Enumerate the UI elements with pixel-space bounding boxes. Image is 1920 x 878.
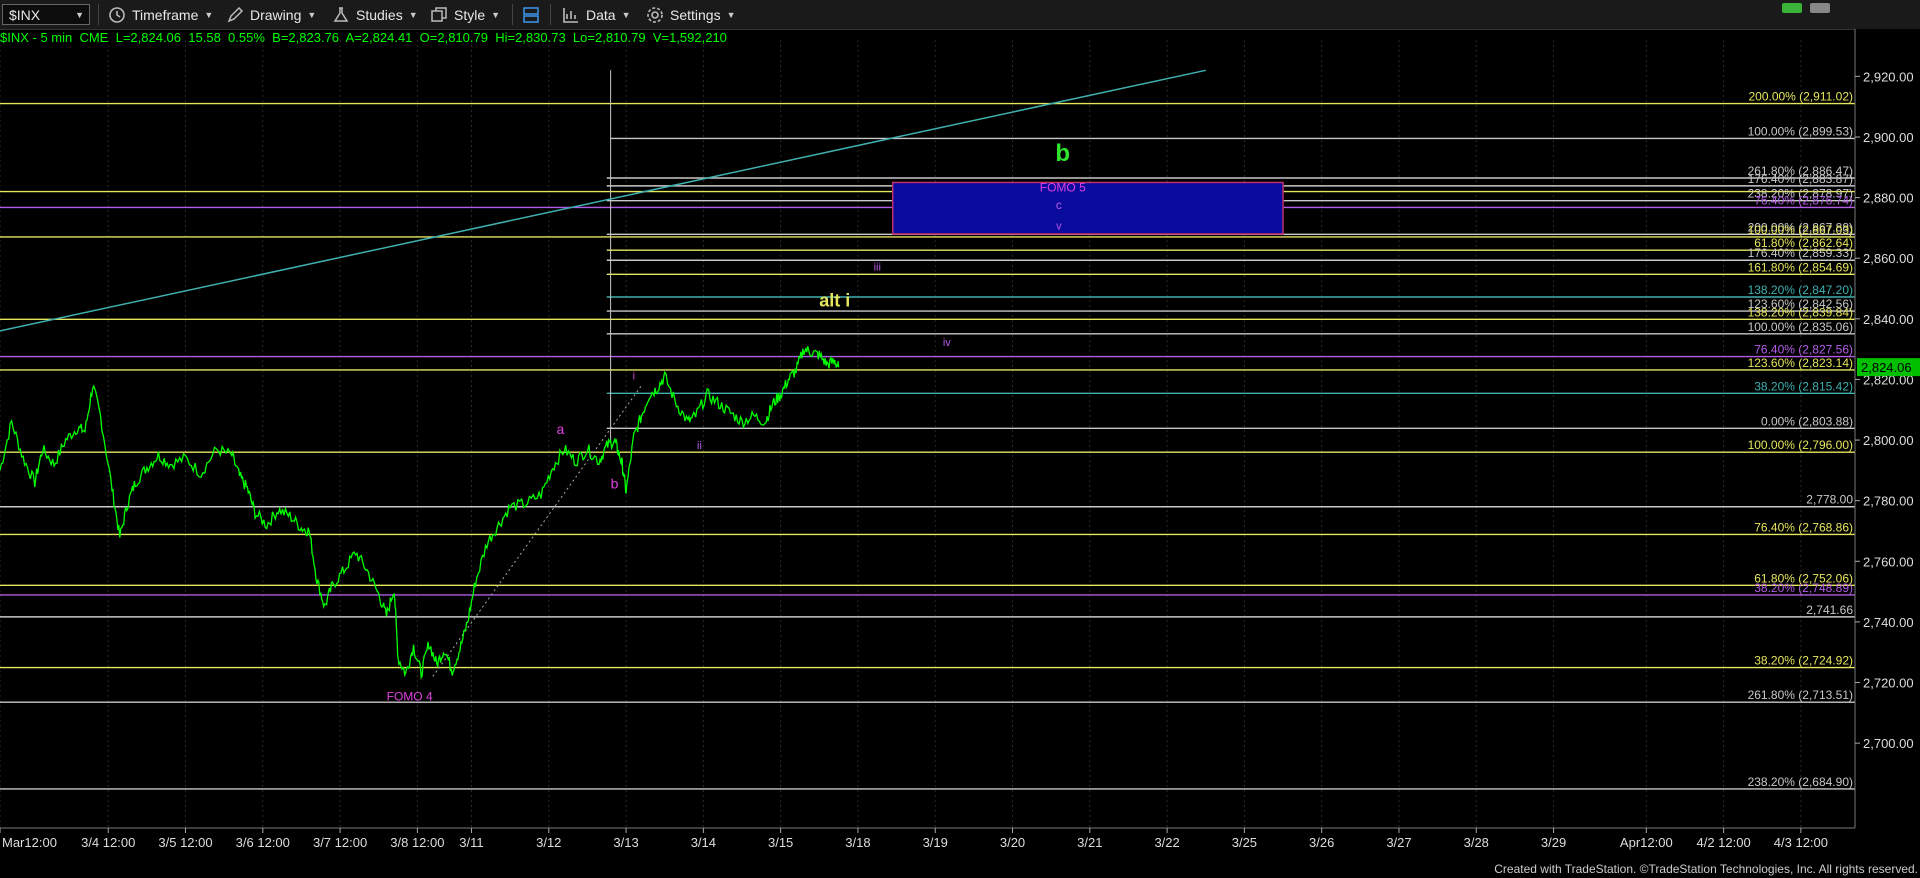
fib-level-label: 76.40% (2,768.86) (1754, 520, 1853, 534)
fib-level-label: 38.20% (2,815.42) (1754, 379, 1853, 393)
open-value: O=2,810.79 (419, 30, 488, 45)
wave-label: v (1056, 220, 1062, 232)
target-zone-box (891, 181, 1284, 235)
fib-level-label: 176.40% (2,859.33) (1748, 246, 1853, 260)
fib-level-label: 176.40% (2,883.87) (1748, 172, 1853, 186)
fib-level-label: 161.80% (2,854.69) (1748, 260, 1853, 274)
y-tick-label: 2,860.00 (1863, 251, 1914, 266)
x-tick-label: 4/2 12:00 (1696, 835, 1750, 850)
fib-level-label: 76.40% (2,876.74) (1754, 193, 1853, 207)
x-tick-label: 3/27 (1386, 835, 1411, 850)
y-tick-label: 2,720.00 (1863, 676, 1914, 691)
price-chart: 200.00% (2,911.02) 100.00% (2,899.53) 261.… (0, 29, 1920, 858)
x-tick-label: 3/20 (1000, 835, 1025, 850)
x-tick-label: 3/21 (1077, 835, 1102, 850)
price-axis-background (1855, 29, 1920, 828)
low-value: Lo=2,810.79 (572, 30, 646, 45)
wave-label: alt i (819, 291, 850, 311)
copyright-footer: Created with TradeStation. ©TradeStation… (1494, 862, 1918, 876)
wave-label: ii (697, 440, 702, 452)
fib-level-label: 38.20% (2,748.89) (1754, 581, 1853, 595)
fib-level-label: 0.00% (2,803.88) (1761, 414, 1853, 428)
y-tick-label: 2,900.00 (1863, 130, 1914, 145)
fib-level-label: 123.60% (2,823.14) (1748, 356, 1853, 370)
fib-level-label: 100.00% (2,835.06) (1748, 320, 1853, 334)
fib-level-label: 138.20% (2,839.84) (1748, 305, 1853, 319)
chart-grid (0, 40, 1802, 828)
x-tick-label: 3/4 12:00 (81, 835, 135, 850)
y-tick-label: 2,760.00 (1863, 554, 1914, 569)
y-tick-label: 2,920.00 (1863, 69, 1914, 84)
fib-level-label: 138.20% (2,847.20) (1748, 283, 1853, 297)
fib-level-label: 76.40% (2,827.56) (1754, 343, 1853, 357)
price-axis: 2,700.00 2,720.00 2,740.00 2,760.00 2,780.00… (1854, 29, 1920, 828)
quote-info-bar: $INX - 5 min CME L=2,824.06 15.58 0.55% … (0, 30, 727, 45)
change-percent: 0.55% (228, 30, 265, 45)
x-tick-label: 4/3 12:00 (1774, 835, 1828, 850)
change-value: 15.58 (188, 30, 221, 45)
x-tick-label: 3/5 12:00 (158, 835, 212, 850)
x-tick-label: 3/28 (1464, 835, 1489, 850)
x-tick-label: 3/29 (1541, 835, 1566, 850)
fib-level-label: 2,778.00 (1806, 493, 1853, 507)
x-tick-label: 3/25 (1232, 835, 1257, 850)
fib-level-label: 100.00% (2,796.00) (1748, 438, 1853, 452)
y-tick-label: 2,780.00 (1863, 494, 1914, 509)
x-tick-label: 3/15 (768, 835, 793, 850)
x-tick-label: 3/19 (923, 835, 948, 850)
x-tick-label: 3/12 (536, 835, 561, 850)
x-tick-label: 3/22 (1154, 835, 1179, 850)
x-tick-label: Apr12:00 (1620, 835, 1673, 850)
x-tick-label: 3/6 12:00 (236, 835, 290, 850)
fib-level-label: 2,741.66 (1806, 603, 1853, 617)
bid-value: B=2,823.76 (272, 30, 340, 45)
price-series (0, 346, 840, 680)
y-tick-label: 2,840.00 (1863, 312, 1914, 327)
volume-value: V=1,592,210 (652, 30, 727, 45)
fib-level-label: 238.20% (2,684.90) (1748, 775, 1853, 789)
y-tick-label: 2,880.00 (1863, 191, 1914, 206)
wave-label: FOMO 4 (387, 690, 433, 704)
high-value: Hi=2,830.73 (495, 30, 566, 45)
wave-label: iv (943, 337, 951, 349)
time-axis: Mar12:00 3/4 12:00 3/5 12:00 3/6 12:00 3/7 1… (0, 827, 1855, 858)
last-price: L=2,824.06 (115, 30, 182, 45)
wave-label: b (611, 476, 619, 492)
x-tick-label: 3/26 (1309, 835, 1334, 850)
wave-label: b (1055, 140, 1070, 167)
wave-label: i (633, 370, 635, 382)
symbol-title: $INX - 5 min CME (0, 30, 109, 45)
ask-value: A=2,824.41 (345, 30, 413, 45)
fib-level-label: 100.00% (2,867.03) (1748, 223, 1853, 237)
x-tick-label: 3/7 12:00 (313, 835, 367, 850)
fib-level-label: 100.00% (2,899.53) (1748, 124, 1853, 138)
x-tick-label: 3/11 (459, 835, 483, 850)
last-price-label: 2,824.06 (1861, 360, 1912, 375)
wave-label: iii (874, 261, 881, 273)
wave-label: FOMO 5 (1040, 181, 1086, 195)
fib-level-label: 261.80% (2,713.51) (1748, 688, 1853, 702)
fib-level-label: 38.20% (2,724.92) (1754, 654, 1853, 668)
x-tick-label: 3/18 (845, 835, 870, 850)
x-tick-label: 3/14 (691, 835, 716, 850)
x-tick-label: Mar12:00 (2, 835, 57, 850)
y-tick-label: 2,800.00 (1863, 433, 1914, 448)
wave-label: c (1056, 198, 1062, 212)
wave-label: a (556, 421, 564, 437)
y-tick-label: 2,700.00 (1863, 736, 1914, 751)
target-box-group (891, 181, 1284, 235)
fib-level-label: 200.00% (2,911.02) (1748, 90, 1853, 104)
x-tick-label: 3/8 12:00 (390, 835, 444, 850)
price-line (0, 346, 840, 680)
y-tick-label: 2,740.00 (1863, 615, 1914, 630)
x-tick-label: 3/13 (613, 835, 638, 850)
